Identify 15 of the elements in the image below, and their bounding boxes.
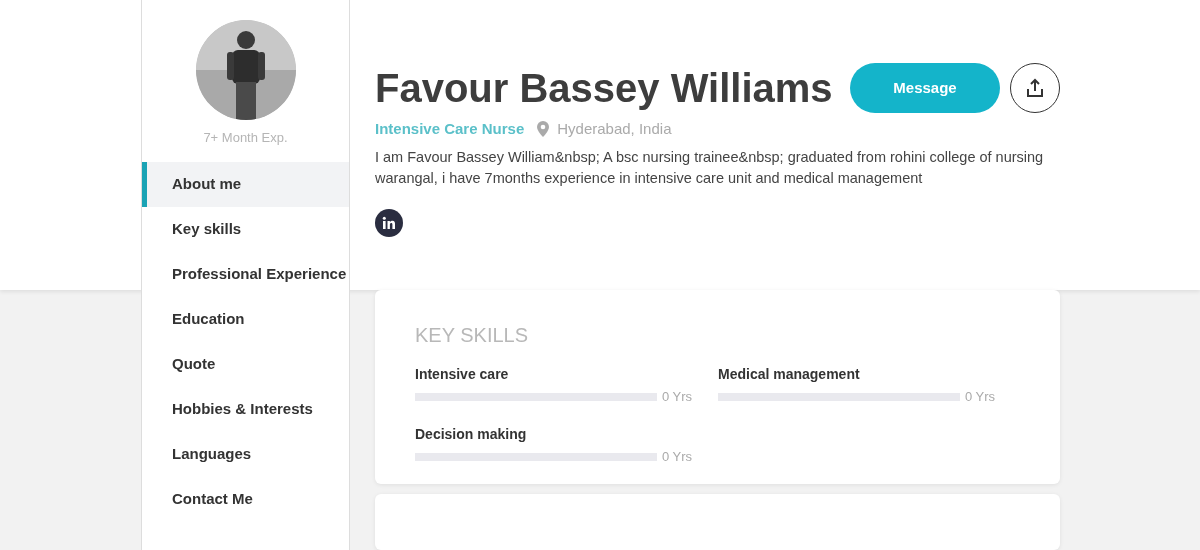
- skill-name: Medical management: [718, 364, 861, 384]
- location-pin-icon: [537, 121, 550, 138]
- bio-text: I am Favour Bassey William&nbsp; A bsc nursing trainee&nbsp; graduated from rohini college of nursing warangal, i have 7months experience in intensive care unit and medical management: [375, 147, 1045, 188]
- skill-name: Intensive care: [415, 364, 510, 384]
- skill-name: Decision making: [415, 425, 528, 445]
- job-title: Intensive Care Nurse: [375, 119, 525, 139]
- section-heading: KEY SKILLS: [415, 322, 530, 348]
- share-icon: [1025, 78, 1045, 98]
- skill-years: 0 Yrs: [964, 387, 995, 406]
- experience-text: 7+ Month Exp.: [203, 129, 288, 147]
- skill-years: 0 Yrs: [661, 448, 692, 467]
- profile-name: Favour Bassey Williams: [375, 65, 833, 112]
- sidebar-item[interactable]: About me: [142, 161, 349, 207]
- skill-years: 0 Yrs: [661, 387, 692, 406]
- location-text: Hyderabad, India: [557, 119, 672, 139]
